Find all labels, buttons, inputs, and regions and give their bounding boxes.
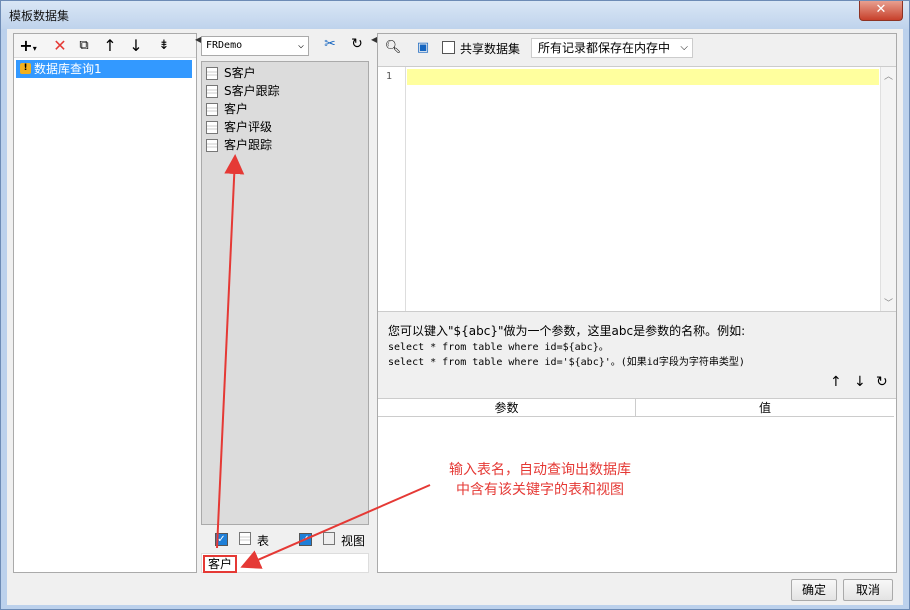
scroll-up-icon[interactable]: ︿ xyxy=(884,69,893,82)
param-column-header[interactable]: 参数 xyxy=(378,399,636,417)
annotation-line-1: 输入表名，自动查询出数据库 xyxy=(449,462,631,478)
show-views-label: 视图 xyxy=(341,534,366,548)
memory-mode-value: 所有记录都保存在内存中 xyxy=(538,41,671,55)
dialog-body: +▾ ✕ ⧉ ↑ ↓ ⇟ ! 数据库查询1 ◀ FRDemo ⌵ ✂ ↻ S客户… xyxy=(7,29,903,605)
title-bar[interactable]: 模板数据集 ✕ xyxy=(1,1,909,29)
list-item[interactable]: 客户跟踪 xyxy=(206,136,272,154)
table-icon xyxy=(206,103,218,116)
chevron-down-icon: ⌵ xyxy=(297,40,304,51)
hint-line-1: 您可以键入"${abc}"做为一个参数，这里abc是参数的名称。例如: xyxy=(388,324,746,338)
annotation-callout: 输入表名，自动查询出数据库 中含有该关键字的表和视图 xyxy=(420,460,660,500)
dialog-window: 模板数据集 ✕ +▾ ✕ ⧉ ↑ ↓ ⇟ ! 数据库查询1 ◀ FRDemo ⌵… xyxy=(0,0,910,610)
hint-line-2: select * from table where id=${abc}。 xyxy=(388,342,609,353)
parameter-toolbar: ↑ ↓ ↻ xyxy=(826,374,894,394)
table-icon xyxy=(206,85,218,98)
search-input-value: 客户 xyxy=(203,555,238,573)
show-tables-label: 表 xyxy=(257,534,270,548)
show-tables-checkbox[interactable]: ✓ xyxy=(215,533,228,546)
ok-button[interactable]: 确定 xyxy=(791,579,837,601)
cancel-button[interactable]: 取消 xyxy=(843,579,893,601)
table-icon xyxy=(206,139,218,152)
list-item[interactable]: S客户跟踪 xyxy=(206,82,280,100)
move-down-icon[interactable]: ↓ xyxy=(854,374,866,390)
warning-icon: ! xyxy=(20,63,31,74)
table-list: S客户 S客户跟踪 客户 客户评级 客户跟踪 xyxy=(201,61,369,525)
current-line-highlight xyxy=(407,69,879,85)
hint-line-3: select * from table where id='${abc}'。(如… xyxy=(388,357,745,368)
copy-icon[interactable]: ⧉ xyxy=(74,36,94,56)
close-button[interactable]: ✕ xyxy=(859,1,903,21)
sql-toolbar: 🔍︎ ▣ 共享数据集 所有记录都保存在内存中 ⌵ xyxy=(378,34,896,62)
sort-icon[interactable]: ⇟ xyxy=(154,36,174,56)
connection-tools-icon[interactable]: ✂ xyxy=(319,36,341,56)
table-search-input[interactable]: 客户 xyxy=(201,553,369,573)
move-down-icon[interactable]: ↓ xyxy=(126,36,146,56)
save-icon[interactable]: ▣ xyxy=(414,39,432,57)
table-view-filter: ✓ 表 ✓ 视图 xyxy=(201,529,369,549)
memory-mode-select[interactable]: 所有记录都保存在内存中 ⌵ xyxy=(531,38,693,58)
datasource-value: FRDemo xyxy=(206,40,243,51)
table-browser-panel: FRDemo ⌵ ✂ ↻ S客户 S客户跟踪 客户 客户评级 客户跟踪 ✓ 表 … xyxy=(201,33,369,573)
view-icon xyxy=(323,532,335,545)
move-up-icon[interactable]: ↑ xyxy=(830,374,842,390)
share-dataset-checkbox[interactable] xyxy=(442,41,455,54)
share-dataset-label: 共享数据集 xyxy=(460,42,521,56)
table-icon xyxy=(239,532,251,545)
add-dataset-icon[interactable]: +▾ xyxy=(18,36,38,56)
list-item[interactable]: 客户 xyxy=(206,100,248,118)
annotation-line-2: 中含有该关键字的表和视图 xyxy=(456,482,624,498)
line-gutter: 1 xyxy=(378,67,406,311)
value-column-header[interactable]: 值 xyxy=(636,399,894,417)
list-item[interactable]: 客户评级 xyxy=(206,118,272,136)
scroll-down-icon[interactable]: ﹀ xyxy=(884,296,893,309)
table-icon xyxy=(206,67,218,80)
dataset-toolbar: +▾ ✕ ⧉ ↑ ↓ ⇟ xyxy=(14,34,196,58)
refresh-icon[interactable]: ↻ xyxy=(347,36,367,56)
table-icon xyxy=(206,121,218,134)
line-number: 1 xyxy=(386,71,393,82)
dataset-tree-panel: +▾ ✕ ⧉ ↑ ↓ ⇟ ! 数据库查询1 xyxy=(13,33,197,573)
move-up-icon[interactable]: ↑ xyxy=(100,36,120,56)
window-title: 模板数据集 xyxy=(9,9,70,23)
refresh-params-icon[interactable]: ↻ xyxy=(876,374,888,390)
table-browser-toolbar: FRDemo ⌵ ✂ ↻ xyxy=(201,33,369,57)
list-item[interactable]: S客户 xyxy=(206,64,256,82)
tree-item-db-query[interactable]: ! 数据库查询1 xyxy=(16,60,192,78)
delete-icon[interactable]: ✕ xyxy=(50,36,70,56)
sql-editor[interactable]: 1 ︿ ﹀ xyxy=(378,66,896,312)
editor-scrollbar[interactable]: ︿ ﹀ xyxy=(880,67,896,311)
datasource-select[interactable]: FRDemo ⌵ xyxy=(201,36,309,56)
chevron-down-icon: ⌵ xyxy=(680,42,688,53)
parameter-hint: 您可以键入"${abc}"做为一个参数，这里abc是参数的名称。例如: sele… xyxy=(388,322,888,368)
show-views-checkbox[interactable]: ✓ xyxy=(299,533,312,546)
tree-item-label: 数据库查询1 xyxy=(34,62,102,76)
close-icon: ✕ xyxy=(875,2,887,17)
preview-icon[interactable]: 🔍︎ xyxy=(384,39,402,57)
